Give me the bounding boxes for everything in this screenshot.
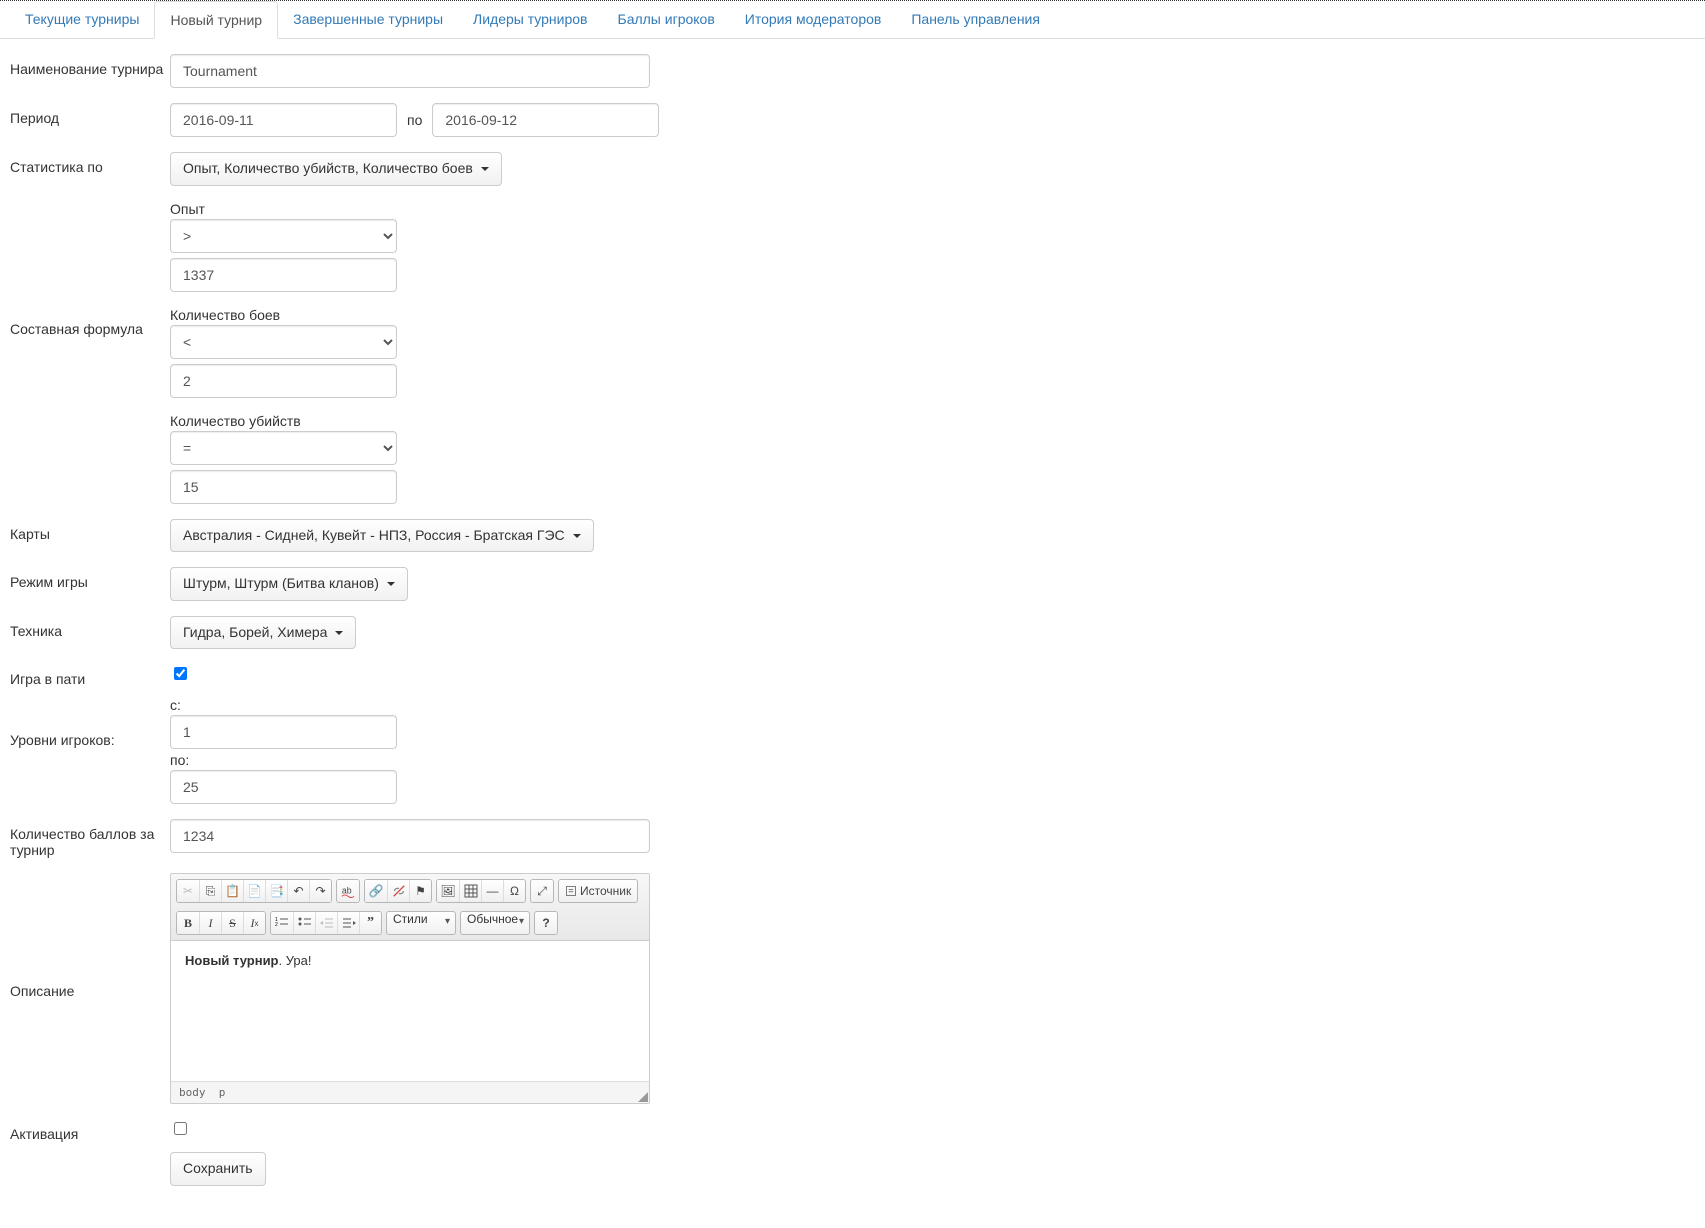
label-description: Описание bbox=[10, 873, 170, 999]
maps-dropdown[interactable]: Австралия - Сидней, Кувейт - НПЗ, Россия… bbox=[170, 519, 594, 553]
party-checkbox[interactable] bbox=[174, 667, 187, 680]
tab-new-tournament[interactable]: Новый турнир bbox=[154, 1, 278, 39]
date-to-input[interactable] bbox=[432, 103, 659, 137]
bullet-list-icon[interactable] bbox=[293, 912, 315, 934]
table-icon[interactable] bbox=[459, 880, 481, 902]
formula-op-0[interactable]: > bbox=[170, 219, 397, 253]
label-mode: Режим игры bbox=[10, 567, 170, 590]
formula-op-1[interactable]: < bbox=[170, 325, 397, 359]
tab-player-points[interactable]: Баллы игроков bbox=[603, 1, 730, 39]
specialchar-icon[interactable]: Ω bbox=[503, 880, 525, 902]
label-levels: Уровни игроков: bbox=[10, 697, 170, 748]
caret-icon bbox=[387, 582, 395, 586]
tab-leaders[interactable]: Лидеры турниров bbox=[458, 1, 602, 39]
source-button[interactable]: Источник bbox=[559, 880, 637, 902]
label-points: Количество баллов за турнир bbox=[10, 819, 170, 858]
tech-dropdown[interactable]: Гидра, Борей, Химера bbox=[170, 616, 356, 650]
name-input[interactable] bbox=[170, 54, 650, 88]
editor-path[interactable]: body p bbox=[171, 1081, 649, 1103]
tab-current-tournaments[interactable]: Текущие турниры bbox=[10, 1, 154, 39]
format-select[interactable]: Обычное bbox=[460, 911, 530, 935]
help-icon[interactable]: ? bbox=[535, 912, 557, 934]
formula-block-2: Количество убийств = bbox=[170, 413, 397, 504]
rich-editor: ✂ ⎘ 📋 📄 📑 ↶ ↷ ab 🔗 ⚑ bbox=[170, 873, 650, 1104]
maps-dropdown-text: Австралия - Сидней, Кувейт - НПЗ, Россия… bbox=[183, 527, 565, 543]
undo-icon[interactable]: ↶ bbox=[287, 880, 309, 902]
tab-control-panel[interactable]: Панель управления bbox=[896, 1, 1055, 39]
date-from-input[interactable] bbox=[170, 103, 397, 137]
label-level-to: по: bbox=[170, 752, 397, 768]
label-level-from: с: bbox=[170, 697, 397, 713]
indent-icon[interactable] bbox=[337, 912, 359, 934]
label-activation: Активация bbox=[10, 1119, 170, 1142]
label-name: Наименование турнира bbox=[10, 54, 170, 77]
label-tech: Техника bbox=[10, 616, 170, 639]
period-separator: по bbox=[407, 112, 422, 128]
formula-val-1[interactable] bbox=[170, 364, 397, 398]
spellcheck-icon[interactable]: ab bbox=[337, 880, 359, 902]
label-stats-by: Статистика по bbox=[10, 152, 170, 175]
copy-icon[interactable]: ⎘ bbox=[199, 880, 221, 902]
paste-icon[interactable]: 📋 bbox=[221, 880, 243, 902]
numbered-list-icon[interactable]: 12 bbox=[271, 912, 293, 934]
label-period: Период bbox=[10, 103, 170, 126]
removeformat-icon[interactable]: Ix bbox=[243, 912, 265, 934]
activation-checkbox[interactable] bbox=[174, 1122, 187, 1135]
svg-text:2: 2 bbox=[275, 922, 278, 928]
image-icon[interactable]: 🖼 bbox=[437, 880, 459, 902]
outdent-icon[interactable] bbox=[315, 912, 337, 934]
strike-icon[interactable]: S bbox=[221, 912, 243, 934]
mode-dropdown[interactable]: Штурм, Штурм (Битва кланов) bbox=[170, 567, 408, 601]
styles-select[interactable]: Стили bbox=[386, 911, 456, 935]
caret-icon bbox=[481, 167, 489, 171]
label-formula: Составная формула bbox=[10, 201, 170, 337]
label-maps: Карты bbox=[10, 519, 170, 542]
paste-word-icon[interactable]: 📑 bbox=[265, 880, 287, 902]
formula-label-2: Количество убийств bbox=[170, 413, 397, 429]
tab-bar: Текущие турниры Новый турнир Завершенные… bbox=[0, 1, 1705, 39]
maximize-icon[interactable]: ⤢ bbox=[531, 880, 553, 902]
bold-icon[interactable]: B bbox=[177, 912, 199, 934]
svg-text:ab: ab bbox=[342, 886, 352, 896]
mode-dropdown-text: Штурм, Штурм (Битва кланов) bbox=[183, 575, 379, 591]
hr-icon[interactable]: — bbox=[481, 880, 503, 902]
points-input[interactable] bbox=[170, 819, 650, 853]
formula-block-1: Количество боев < bbox=[170, 307, 397, 398]
caret-icon bbox=[573, 534, 581, 538]
save-button[interactable]: Сохранить bbox=[170, 1152, 266, 1186]
tab-mod-history[interactable]: Итория модераторов bbox=[730, 1, 897, 39]
stats-dropdown-text: Опыт, Количество убийств, Количество бое… bbox=[183, 160, 473, 176]
tab-finished-tournaments[interactable]: Завершенные турниры bbox=[278, 1, 458, 39]
styles-select-text: Стили bbox=[393, 912, 428, 926]
redo-icon[interactable]: ↷ bbox=[309, 880, 331, 902]
resize-handle[interactable] bbox=[638, 1092, 648, 1102]
link-icon[interactable]: 🔗 bbox=[365, 880, 387, 902]
italic-icon[interactable]: I bbox=[199, 912, 221, 934]
formula-val-0[interactable] bbox=[170, 258, 397, 292]
unlink-icon[interactable] bbox=[387, 880, 409, 902]
editor-text: . Ура! bbox=[279, 953, 312, 968]
editor-toolbar: ✂ ⎘ 📋 📄 📑 ↶ ↷ ab 🔗 ⚑ bbox=[171, 874, 649, 941]
source-button-text: Источник bbox=[580, 884, 631, 898]
formula-block-0: Опыт > bbox=[170, 201, 397, 292]
level-from-input[interactable] bbox=[170, 715, 397, 749]
stats-dropdown[interactable]: Опыт, Количество убийств, Количество бое… bbox=[170, 152, 502, 186]
format-select-text: Обычное bbox=[467, 912, 518, 926]
formula-op-2[interactable]: = bbox=[170, 431, 397, 465]
formula-label-0: Опыт bbox=[170, 201, 397, 217]
editor-bold-text: Новый турнир bbox=[185, 953, 279, 968]
anchor-icon[interactable]: ⚑ bbox=[409, 880, 431, 902]
blockquote-icon[interactable]: ” bbox=[359, 912, 381, 934]
caret-icon bbox=[335, 631, 343, 635]
editor-content[interactable]: Новый турнир. Ура! bbox=[171, 941, 649, 1081]
formula-val-2[interactable] bbox=[170, 470, 397, 504]
formula-label-1: Количество боев bbox=[170, 307, 397, 323]
cut-icon[interactable]: ✂ bbox=[177, 880, 199, 902]
label-party: Игра в пати bbox=[10, 664, 170, 687]
tech-dropdown-text: Гидра, Борей, Химера bbox=[183, 624, 327, 640]
paste-text-icon[interactable]: 📄 bbox=[243, 880, 265, 902]
level-to-input[interactable] bbox=[170, 770, 397, 804]
